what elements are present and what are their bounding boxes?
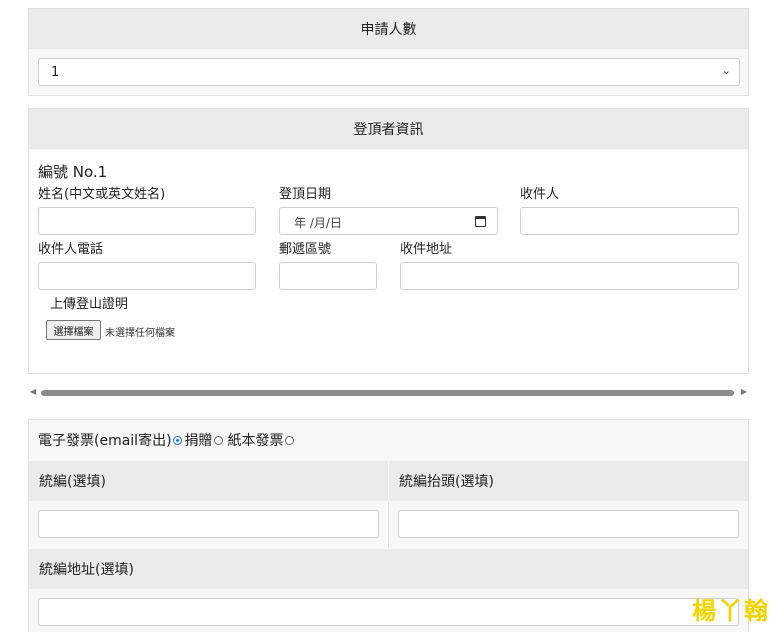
applicant-form: 編號 No.1 姓名(中文或英文姓名) 登頂日期 收件人 年 /月/日 收件人電… — [29, 150, 748, 373]
paper-invoice-label: 紙本發票 — [227, 433, 284, 449]
einvoice-label: 電子發票(email寄出) — [38, 433, 172, 449]
recipient-address-input[interactable] — [400, 262, 739, 290]
recipient-phone-label: 收件人電話 — [38, 242, 104, 257]
tax-inputs-row — [29, 502, 748, 548]
tax-address-label: 統編地址(選填) — [39, 562, 134, 578]
tax-id-input[interactable] — [38, 510, 379, 538]
summit-date-input[interactable]: 年 /月/日 — [279, 207, 498, 235]
applicant-count-value: 1 — [51, 65, 60, 80]
applicant-count-header: 申請人數 — [29, 9, 748, 49]
watermark-logo: 楊丫翰 — [692, 596, 770, 625]
calendar-icon[interactable] — [475, 216, 486, 227]
applicant-number: 編號 No.1 — [38, 163, 108, 181]
scrollbar-thumb[interactable] — [41, 390, 734, 396]
applicant-count-title: 申請人數 — [360, 22, 417, 38]
name-label: 姓名(中文或英文姓名) — [38, 187, 166, 202]
applicant-info-title: 登頂者資訊 — [353, 122, 424, 138]
tax-title-label: 統編抬頭(選填) — [399, 474, 494, 490]
zip-code-label: 郵遞區號 — [279, 242, 332, 257]
paper-invoice-radio[interactable] — [284, 435, 294, 445]
tax-address-header: 統編地址(選填) — [29, 549, 748, 589]
recipient-phone-input[interactable] — [38, 262, 256, 290]
date-placeholder: 年 /月/日 — [294, 216, 342, 230]
horizontal-scrollbar[interactable]: ◀ ▶ — [28, 387, 749, 399]
recipient-input[interactable] — [520, 207, 739, 235]
tax-title-input[interactable] — [398, 510, 739, 538]
summit-date-label: 登頂日期 — [279, 187, 332, 202]
scroll-left-icon[interactable]: ◀ — [30, 387, 36, 396]
recipient-address-label: 收件地址 — [400, 242, 453, 257]
einvoice-radio[interactable] — [172, 435, 182, 445]
tax-id-header: 統編(選填) — [29, 461, 388, 501]
tax-id-label: 統編(選填) — [39, 474, 106, 490]
upload-proof-label: 上傳登山證明 — [50, 297, 129, 312]
donate-label: 捐贈 — [184, 433, 213, 449]
recipient-label: 收件人 — [520, 187, 560, 202]
chevron-down-icon: ⌄ — [721, 64, 731, 77]
choose-file-button[interactable]: 選擇檔案 — [46, 320, 101, 340]
tax-address-input[interactable] — [38, 598, 739, 626]
applicant-info-panel: 登頂者資訊 編號 No.1 姓名(中文或英文姓名) 登頂日期 收件人 年 /月/… — [28, 108, 749, 374]
invoice-type-row: 電子發票(email寄出) 捐贈 紙本發票 — [29, 420, 748, 460]
invoice-panel: 電子發票(email寄出) 捐贈 紙本發票 統編(選填) 統編抬頭(選填) 統編… — [28, 419, 749, 632]
applicant-count-select[interactable]: 1 ⌄ — [38, 58, 740, 86]
zip-code-input[interactable] — [279, 262, 377, 290]
column-divider — [388, 502, 389, 548]
donate-radio[interactable] — [213, 435, 223, 445]
tax-title-header: 統編抬頭(選填) — [389, 461, 748, 501]
applicant-count-panel: 申請人數 1 ⌄ — [28, 8, 749, 96]
name-input[interactable] — [38, 207, 256, 235]
applicant-info-header: 登頂者資訊 — [29, 109, 748, 149]
scroll-right-icon[interactable]: ▶ — [741, 387, 747, 396]
file-status-text: 未選擇任何檔案 — [105, 328, 175, 339]
